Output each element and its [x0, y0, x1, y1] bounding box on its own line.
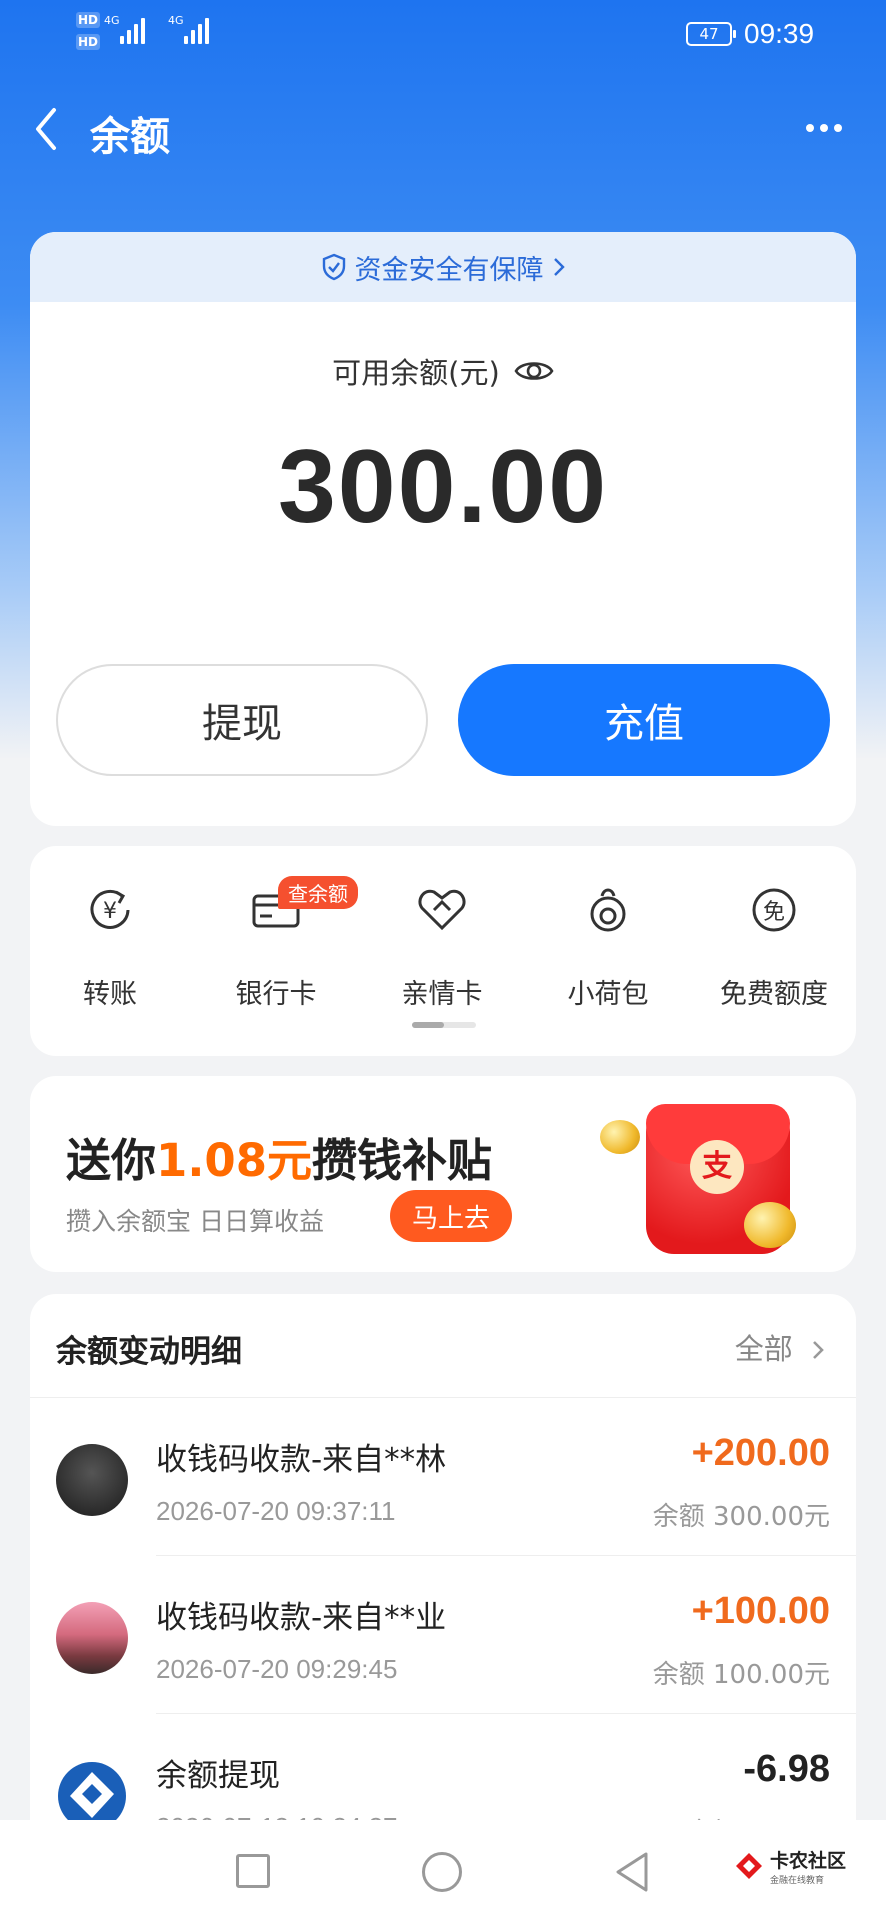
watermark: 卡农社区 金融在线教育: [734, 1846, 846, 1886]
promo-subtitle: 攒入余额宝 日日算收益: [66, 1207, 324, 1236]
action-transfer[interactable]: ¥ 转账: [30, 882, 190, 1011]
status-time: 09:39: [744, 18, 815, 49]
watermark-subtext: 金融在线教育: [770, 1876, 825, 1886]
promo-title-suffix: 攒钱补贴: [312, 1134, 493, 1187]
pouch-icon: [590, 888, 626, 932]
shield-icon: [322, 253, 345, 281]
sim2-signal-icon: [184, 18, 209, 44]
coin-icon: [600, 1120, 640, 1154]
promo-banner[interactable]: 送你1.08元攒钱补贴 攒入余额宝 日日算收益 马上去 支: [30, 1076, 856, 1272]
eye-icon[interactable]: [514, 357, 554, 385]
promo-title: 送你1.08元攒钱补贴: [66, 1124, 492, 1189]
action-label: 免费额度: [720, 979, 828, 1010]
watermark-logo-icon: [736, 1853, 762, 1879]
view-all-link[interactable]: 全部: [735, 1326, 826, 1368]
transaction-amount: +200.00: [691, 1432, 830, 1474]
sim1-network-type: 4G: [104, 14, 120, 27]
home-button[interactable]: [422, 1852, 462, 1892]
avatar: [56, 1444, 128, 1516]
safety-text: 资金安全有保障: [354, 254, 544, 286]
action-label: 银行卡: [235, 979, 317, 1010]
withdraw-button[interactable]: 提现: [56, 664, 428, 776]
promo-title-prefix: 送你: [66, 1134, 157, 1187]
recent-apps-button[interactable]: [236, 1854, 270, 1888]
more-button[interactable]: [806, 124, 842, 132]
details-header: 余额变动明细 全部: [30, 1294, 856, 1398]
transaction-name: 收钱码收款-来自**林: [156, 1442, 447, 1478]
transaction-balance: 余额 100.00元: [652, 1660, 830, 1690]
nav-bar: 余额: [0, 90, 886, 170]
transaction-name: 收钱码收款-来自**业: [156, 1600, 447, 1636]
page-indicator: [412, 1022, 476, 1028]
promo-go-button[interactable]: 马上去: [390, 1190, 512, 1242]
status-bar: HD HD 4G 4G 47 09:39: [0, 0, 886, 70]
action-label: 小荷包: [567, 979, 649, 1010]
sim2-hd-badge: HD: [76, 34, 101, 50]
available-balance-label: 可用余额(元): [332, 356, 500, 390]
battery-icon: 47: [686, 22, 736, 46]
quick-actions-card: ¥ 转账 银行卡 查余额 亲情卡 小荷包 免 免费额度: [30, 846, 856, 1056]
watermark-text: 卡农社区: [770, 1850, 847, 1872]
coin-icon: [744, 1202, 796, 1248]
back-nav-button[interactable]: [612, 1850, 652, 1894]
action-pouch[interactable]: 小荷包: [528, 882, 688, 1011]
avatar: [56, 1602, 128, 1674]
envelope-seal: 支: [690, 1140, 744, 1194]
chevron-right-icon: [553, 258, 565, 276]
transaction-amount: +100.00: [691, 1590, 830, 1632]
action-family-card[interactable]: 亲情卡: [362, 882, 522, 1011]
transaction-amount: -6.98: [743, 1748, 830, 1790]
balance-amount: 300.00: [277, 429, 609, 545]
sim1-signal-icon: [120, 18, 145, 44]
free-quota-icon: 免: [752, 888, 796, 932]
action-free-quota[interactable]: 免 免费额度: [694, 882, 854, 1011]
details-title: 余额变动明细: [56, 1334, 242, 1370]
available-balance-label-row: 可用余额(元): [30, 350, 856, 392]
check-balance-badge: 查余额: [278, 876, 358, 909]
transaction-name: 余额提现: [156, 1758, 280, 1794]
svg-text:免: 免: [763, 900, 785, 925]
sim1-hd-badge: HD: [76, 12, 101, 28]
safety-banner[interactable]: 资金安全有保障: [30, 232, 856, 302]
transaction-time: 2026-07-20 09:29:45: [156, 1654, 398, 1684]
transaction-time: 2026-07-20 09:37:11: [156, 1496, 396, 1526]
transaction-row[interactable]: 收钱码收款-来自**林 2026-07-20 09:37:11 +200.00 …: [30, 1398, 856, 1556]
transaction-row[interactable]: 收钱码收款-来自**业 2026-07-20 09:29:45 +100.00 …: [30, 1556, 856, 1714]
action-label: 亲情卡: [401, 979, 483, 1010]
back-button[interactable]: [24, 104, 74, 154]
more-icon: [806, 124, 814, 132]
page-title: 余额: [90, 114, 170, 160]
sim2-network-type: 4G: [168, 14, 184, 27]
system-navigation-bar: 卡农社区 金融在线教育: [0, 1820, 886, 1920]
family-card-icon: [418, 889, 466, 931]
action-label: 转账: [83, 979, 137, 1010]
view-all-label: 全部: [734, 1332, 793, 1366]
recharge-button[interactable]: 充值: [458, 664, 830, 776]
chevron-right-icon: [813, 1341, 824, 1359]
transaction-balance: 余额 300.00元: [652, 1502, 830, 1532]
chevron-left-icon: [36, 108, 56, 150]
svg-text:¥: ¥: [103, 899, 117, 924]
promo-title-highlight: 1.08元: [156, 1134, 313, 1187]
transfer-icon: ¥: [90, 889, 130, 929]
balance-card: 资金安全有保障 可用余额(元) 300.00 提现 充值: [30, 232, 856, 826]
